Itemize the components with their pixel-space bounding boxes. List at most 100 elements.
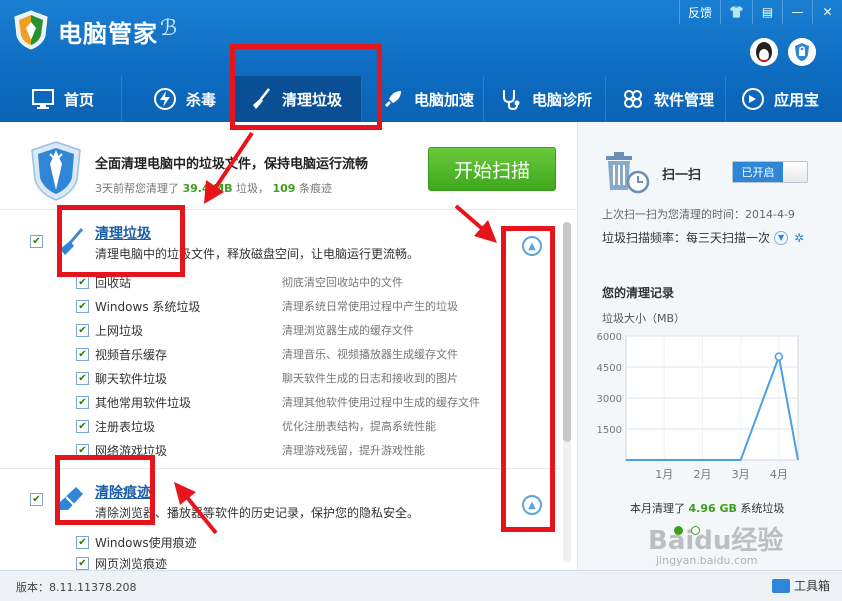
chart-ytick-label: 3000 [597, 394, 622, 405]
status-bar: 版本：8.11.11378.208 工具箱 [0, 570, 842, 601]
scan-frequency: 垃圾扫描频率：每三天扫描一次 ▼ ✲ [602, 229, 804, 246]
chevron-down-icon[interactable]: ▼ [774, 230, 789, 245]
apps-icon [620, 86, 646, 112]
tab-appstore[interactable]: 应用宝 [726, 76, 842, 122]
auto-scan-panel: 扫一扫 已开启 上次扫一扫为您清理的时间：2014-4-9 垃圾扫描频率：每三天… [577, 122, 842, 570]
item-name: 上网垃圾 [95, 323, 144, 338]
scrollbar-thumb[interactable] [563, 222, 571, 442]
scan-frequency-text: 垃圾扫描频率：每三天扫描一次 [602, 231, 771, 245]
list-item[interactable]: ✔ 注册表垃圾 优化注册表结构，提高系统性能 [76, 416, 506, 436]
item-name: 视频音乐缓存 [95, 347, 168, 362]
start-scan-button[interactable]: 开始扫描 [428, 147, 556, 191]
tab-label: 软件管理 [654, 90, 715, 109]
chart-unit-label: 垃圾大小（MB） [602, 312, 686, 325]
shield-icon [31, 141, 81, 201]
toolbox-button[interactable]: 工具箱 [771, 577, 830, 594]
month-total-value: 4.96 GB [688, 502, 737, 515]
toggle-label: 已开启 [733, 162, 783, 182]
item-desc: 彻底清空回收站中的文件 [282, 276, 403, 289]
item-desc: 清理游戏残留，提升游戏性能 [282, 444, 425, 457]
qq-avatar-icon[interactable] [750, 38, 778, 66]
summary-subtitle: 3天前帮您清理了 39.4 MB 垃圾， 109 条痕迹 [95, 180, 332, 196]
list-item[interactable]: ✔ Windows使用痕迹 [76, 532, 506, 552]
summary-bar: 全面清理电脑中的垃圾文件，保持电脑运行流畅 3天前帮您清理了 39.4 MB 垃… [0, 122, 576, 210]
stethoscope-icon [498, 86, 524, 112]
chart-xtick-label: 1月 [655, 468, 673, 481]
annotation-box [501, 226, 555, 532]
feedback-button[interactable]: 反馈 [679, 0, 720, 24]
app-title: 电脑管家 [58, 20, 158, 48]
tab-clinic[interactable]: 电脑诊所 [484, 76, 606, 122]
chart-xtick-label: 3月 [732, 468, 750, 481]
toolbox-label: 工具箱 [793, 579, 830, 593]
tab-label: 应用宝 [774, 90, 820, 109]
summary-prefix: 3天前帮您清理了 [95, 182, 179, 195]
month-total: 本月清理了 4.96 GB 系统垃圾 [630, 500, 784, 516]
tab-software[interactable]: 软件管理 [606, 76, 726, 122]
item-checkbox[interactable]: ✔ [76, 299, 89, 313]
chart-ytick-label: 6000 [597, 332, 622, 343]
watermark-url: jingyan.baidu.com [656, 554, 758, 567]
app-header: 电脑管家 ℬ 反馈 👕 ▤ — ✕ 首页 杀毒 清理垃圾 电脑加速 电脑诊所 软… [0, 0, 842, 122]
list-item[interactable]: ✔ Windows 系统垃圾 清理系统日常使用过程中产生的垃圾 [76, 296, 506, 316]
tab-label: 杀毒 [186, 90, 217, 109]
close-button[interactable]: ✕ [812, 0, 842, 24]
toggle-knob [783, 162, 807, 182]
annotation-box [230, 44, 382, 130]
rocket-icon [380, 86, 406, 112]
item-checkbox[interactable]: ✔ [76, 275, 89, 289]
chart-ytick-label: 4500 [597, 363, 622, 374]
gear-icon[interactable]: ✲ [794, 231, 804, 245]
privacy-lock-icon[interactable] [788, 38, 816, 66]
item-checkbox[interactable]: ✔ [76, 556, 89, 570]
tab-antivirus[interactable]: 杀毒 [122, 76, 234, 122]
list-item[interactable]: ✔ 其他常用软件垃圾 清理其他软件使用过程中生成的缓存文件 [76, 392, 506, 412]
list-item[interactable]: ✔ 视频音乐缓存 清理音乐、视频播放器生成缓存文件 [76, 344, 506, 364]
clean-record-chart: 1500 3000 4500 6000 1月 2月 3月 4月 [597, 332, 799, 481]
toolbox-icon [771, 578, 790, 593]
menu-button[interactable]: ▤ [752, 0, 782, 24]
summary-size-unit: MB [213, 182, 233, 195]
monitor-icon [30, 86, 56, 112]
summary-suffix: 条痕迹 [298, 182, 332, 195]
item-checkbox[interactable]: ✔ [76, 395, 89, 409]
item-name: 聊天软件垃圾 [95, 371, 168, 386]
version-label: 版本：8.11.11378.208 [16, 581, 137, 594]
tab-home[interactable]: 首页 [0, 76, 122, 122]
item-name: 注册表垃圾 [95, 419, 156, 434]
list-item[interactable]: ✔ 聊天软件垃圾 聊天软件生成的日志和接收到的图片 [76, 368, 506, 388]
title-flourish-icon: ℬ [160, 16, 178, 41]
list-item[interactable]: ✔ 网页浏览痕迹 [76, 556, 506, 570]
item-checkbox[interactable]: ✔ [76, 535, 89, 549]
item-checkbox[interactable]: ✔ [76, 347, 89, 361]
tab-label: 电脑诊所 [532, 90, 593, 109]
section-clean-checkbox[interactable]: ✔ [30, 235, 43, 248]
item-name: Windows 系统垃圾 [95, 299, 201, 314]
summary-count: 109 [272, 182, 296, 195]
summary-mid: 垃圾， [235, 182, 269, 195]
item-name: 网页浏览痕迹 [95, 556, 168, 571]
item-checkbox[interactable]: ✔ [76, 323, 89, 337]
item-desc: 清理系统日常使用过程中产生的垃圾 [282, 300, 458, 313]
app-logo-icon [14, 10, 48, 50]
item-name: Windows使用痕迹 [95, 535, 197, 550]
item-checkbox[interactable]: ✔ [76, 371, 89, 385]
minimize-button[interactable]: — [782, 0, 812, 24]
auto-scan-toggle[interactable]: 已开启 [732, 161, 808, 183]
annotation-box [55, 455, 155, 525]
section-traces-checkbox[interactable]: ✔ [30, 493, 43, 506]
watermark-logo: Baidu经验 [648, 526, 784, 556]
last-clean-time: 上次扫一扫为您清理的时间：2014-4-9 [602, 208, 795, 221]
item-name: 其他常用软件垃圾 [95, 395, 192, 410]
skin-button[interactable]: 👕 [720, 0, 752, 24]
tab-label: 电脑加速 [414, 90, 475, 109]
item-desc: 清理浏览器生成的缓存文件 [282, 324, 414, 337]
month-total-prefix: 本月清理了 [630, 502, 685, 515]
chart-point [774, 352, 784, 361]
antivirus-icon [152, 86, 178, 112]
item-desc: 清理其他软件使用过程中生成的缓存文件 [282, 396, 480, 409]
item-checkbox[interactable]: ✔ [76, 419, 89, 433]
annotation-box [57, 205, 185, 277]
list-item[interactable]: ✔ 上网垃圾 清理浏览器生成的缓存文件 [76, 320, 506, 340]
record-title: 您的清理记录 [602, 286, 675, 300]
